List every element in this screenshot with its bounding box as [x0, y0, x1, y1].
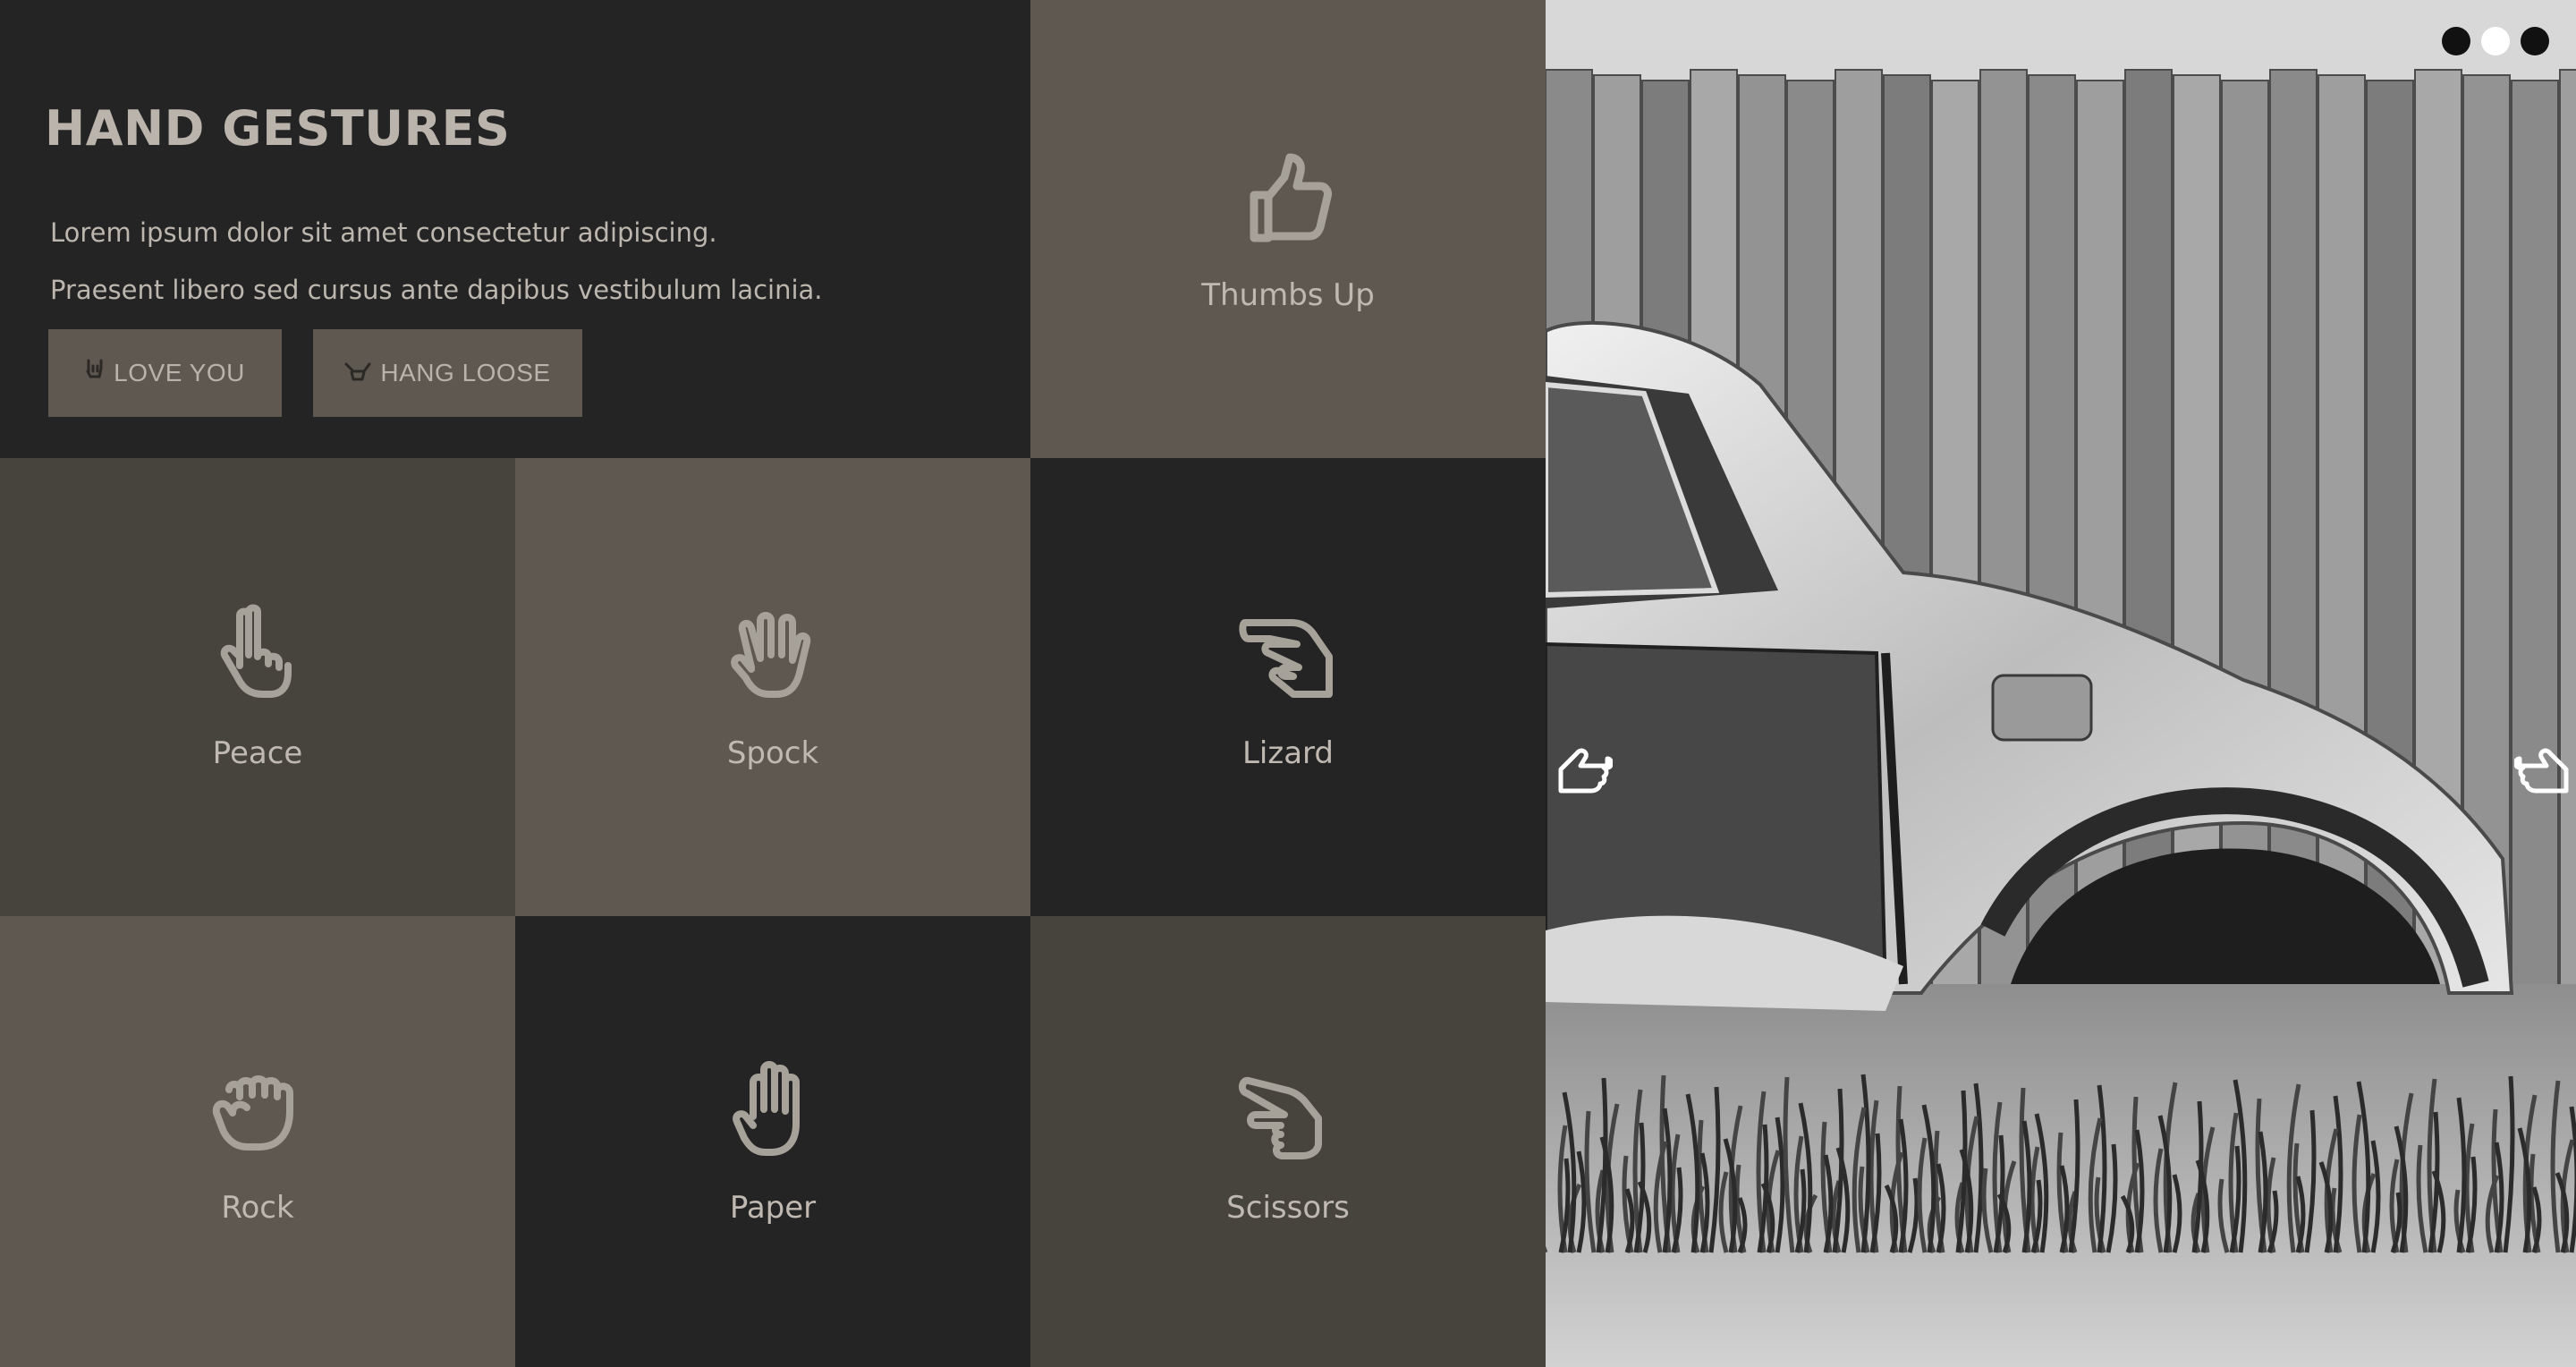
tile-label: Rock: [221, 1190, 294, 1226]
lizard-hand-icon: [1234, 603, 1342, 710]
love-you-button-label: LOVE YOU: [114, 359, 245, 386]
intro-paragraph: Praesent libero sed cursus ante dapibus …: [50, 275, 823, 305]
page-title: HAND GESTURES: [45, 100, 511, 157]
intro-panel: HAND GESTURES Lorem ipsum dolor sit amet…: [0, 0, 1030, 458]
slider-dot[interactable]: [2442, 27, 2470, 55]
thumbs-up-icon: [1234, 145, 1342, 252]
hang-loose-button[interactable]: HANG LOOSE: [313, 329, 582, 417]
page: HAND GESTURES Lorem ipsum dolor sit amet…: [0, 0, 2576, 1367]
tile-label: Scissors: [1226, 1190, 1350, 1226]
tile-thumbs-up[interactable]: Thumbs Up: [1030, 0, 1546, 458]
tile-lizard[interactable]: Lizard: [1030, 458, 1546, 916]
hero-slider: [1546, 0, 2576, 1367]
pointing-left-hand-icon: [1558, 748, 1613, 794]
tile-label: Peace: [212, 735, 303, 771]
spock-hand-icon: [719, 603, 826, 710]
slider-dot-active[interactable]: [2481, 27, 2510, 55]
tile-label: Lizard: [1241, 735, 1335, 771]
hang-loose-hand-icon: [344, 360, 371, 387]
peace-hand-icon: [204, 603, 311, 710]
intro-paragraph: Lorem ipsum dolor sit amet consectetur a…: [50, 217, 717, 248]
tile-scissors[interactable]: Scissors: [1030, 916, 1546, 1367]
slider-dot[interactable]: [2521, 27, 2549, 55]
hang-loose-button-label: HANG LOOSE: [380, 359, 551, 386]
gesture-grid: HAND GESTURES Lorem ipsum dolor sit amet…: [0, 0, 1546, 1367]
slider-dots: [2442, 27, 2549, 55]
tile-paper[interactable]: Paper: [515, 916, 1030, 1367]
pointing-right-hand-icon: [2514, 748, 2569, 794]
tile-spock[interactable]: Spock: [515, 458, 1030, 916]
rock-fist-icon: [204, 1057, 311, 1165]
love-you-button[interactable]: LOVE YOU: [48, 329, 282, 417]
tile-label: Paper: [729, 1190, 817, 1226]
tile-label: Spock: [726, 735, 819, 771]
tile-rock[interactable]: Rock: [0, 916, 515, 1367]
slider-next-button[interactable]: [2512, 744, 2576, 802]
slider-prev-button[interactable]: [1551, 744, 1615, 802]
paper-hand-icon: [719, 1057, 826, 1165]
car-wreck-photo: [1546, 0, 2576, 1367]
love-you-hand-icon: [85, 359, 105, 388]
tile-peace[interactable]: Peace: [0, 458, 515, 916]
scissors-hand-icon: [1234, 1057, 1342, 1165]
tile-label: Thumbs Up: [1201, 277, 1375, 313]
